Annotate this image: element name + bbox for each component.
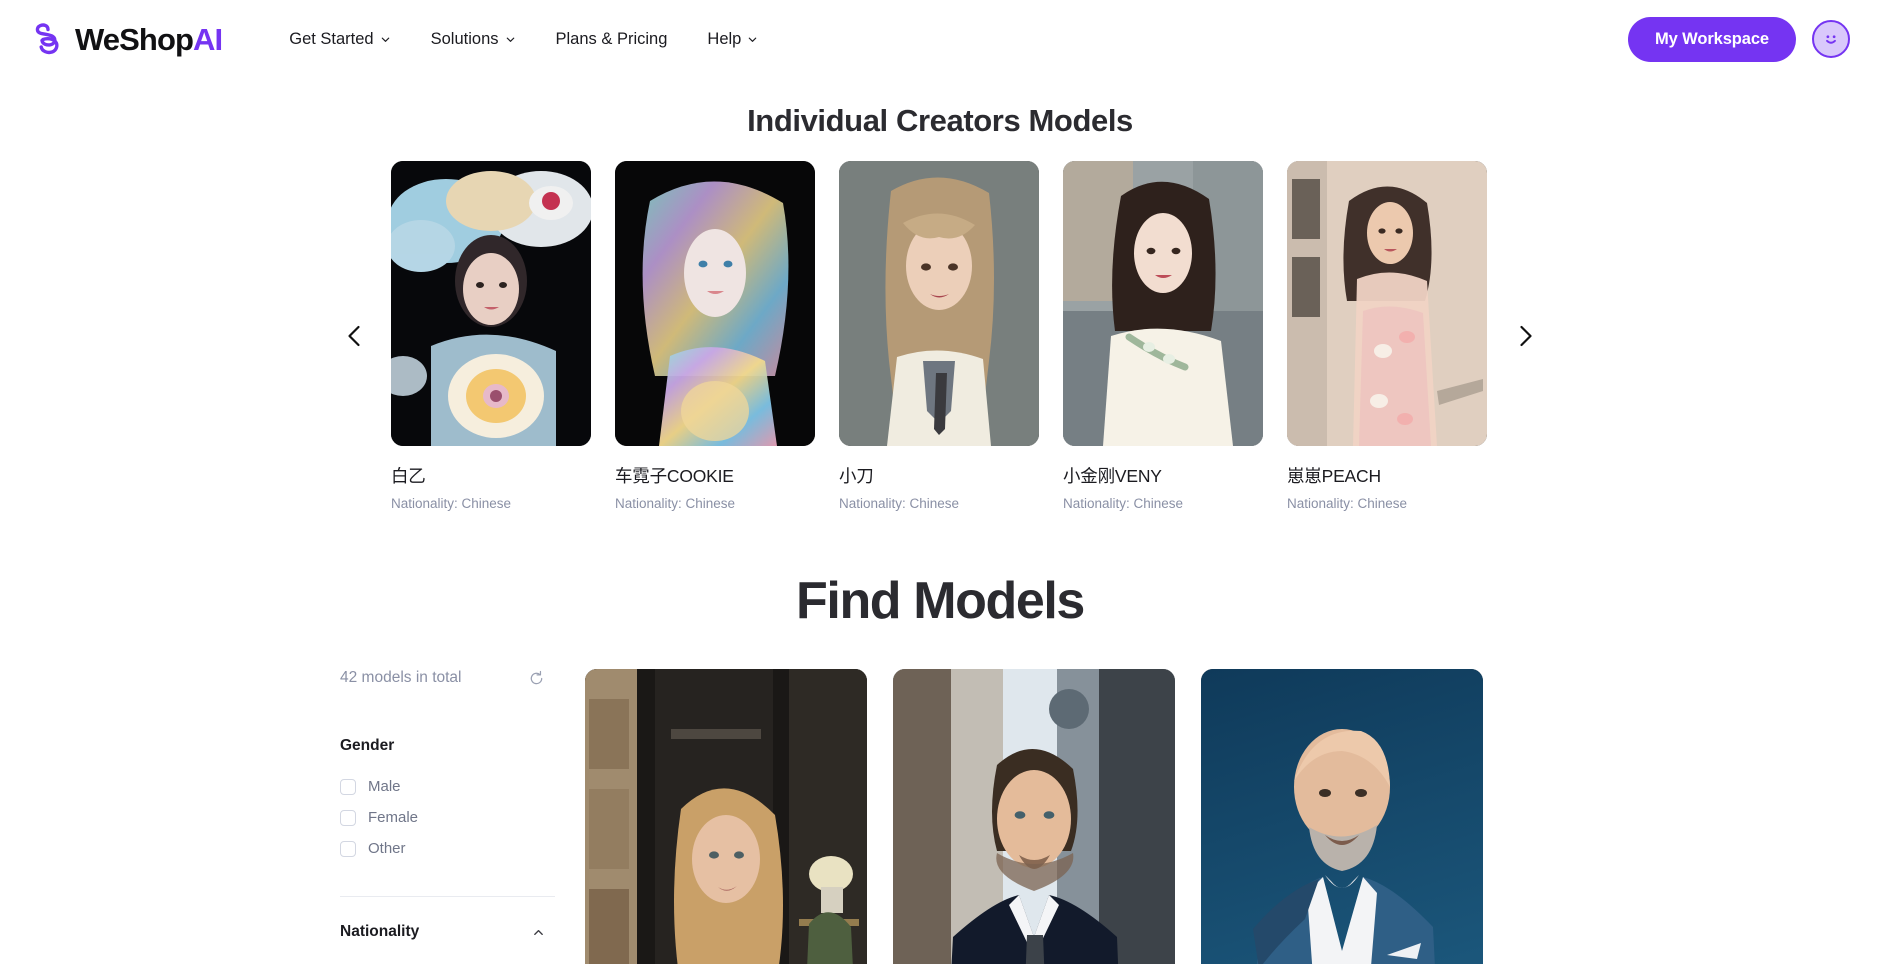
option-label: Female xyxy=(368,809,419,826)
gender-options: Male Female Other xyxy=(340,771,555,864)
option-label: Male xyxy=(368,778,401,795)
smiley-face-icon xyxy=(1820,28,1842,50)
creator-card-name: 小金刚VENY xyxy=(1063,466,1162,486)
site-header: WeShopAI Get Started Solutions Plans & P… xyxy=(0,0,1880,78)
creator-card-name: 车霓子COOKIE xyxy=(615,466,734,486)
creator-card[interactable]: 白乙 Nationality: Chinese xyxy=(391,161,591,511)
avatar[interactable] xyxy=(1812,20,1850,58)
option-label: Other xyxy=(368,840,406,857)
weshop-logo-mark-icon xyxy=(28,19,68,59)
total-count-row: 42 models in total xyxy=(340,669,555,687)
filter-divider xyxy=(340,896,555,897)
refresh-icon[interactable] xyxy=(528,670,545,687)
creator-card-image xyxy=(1287,161,1487,446)
creator-card-list: 白乙 Nationality: Chinese 车霓子COOKIE Nation… xyxy=(391,161,1487,511)
chevron-right-icon xyxy=(1512,323,1538,349)
main-nav: Get Started Solutions Plans & Pricing He… xyxy=(269,20,778,59)
creator-card-name: 崽崽PEACH xyxy=(1287,466,1381,486)
header-actions: My Workspace xyxy=(1627,16,1850,62)
chevron-down-icon xyxy=(747,34,758,45)
checkbox[interactable] xyxy=(340,840,356,857)
creator-card-nationality: Nationality: Chinese xyxy=(391,496,512,511)
creator-card[interactable]: 小刀 Nationality: Chinese xyxy=(839,161,1039,511)
total-count-label: 42 models in total xyxy=(340,669,462,686)
nav-label: Get Started xyxy=(289,29,374,48)
filter-gender-header[interactable]: Gender xyxy=(340,737,555,755)
chevron-up-icon xyxy=(532,926,545,939)
creator-card-name: 小刀 xyxy=(839,466,874,486)
nav-label: Plans & Pricing xyxy=(555,29,668,48)
creator-card-image xyxy=(391,161,591,446)
nav-item-get-started[interactable]: Get Started xyxy=(269,20,410,59)
creator-card-image xyxy=(615,161,815,446)
find-models-body: 42 models in total Gender Male Female Ot… xyxy=(0,669,1880,964)
checkbox[interactable] xyxy=(340,809,356,826)
nav-item-solutions[interactable]: Solutions xyxy=(411,20,536,59)
find-models-section: Find Models 42 models in total Gender Ma… xyxy=(0,571,1880,964)
filter-group-gender: Gender Male Female Other xyxy=(340,737,555,864)
find-models-title: Find Models xyxy=(796,572,1085,630)
creators-section-title: Individual Creators Models xyxy=(747,103,1133,138)
filter-group-nationality: Nationality xyxy=(340,923,555,941)
creators-carousel: 白乙 Nationality: Chinese 车霓子COOKIE Nation… xyxy=(0,161,1880,511)
filter-nationality-label: Nationality xyxy=(340,923,420,940)
filter-sidebar: 42 models in total Gender Male Female Ot… xyxy=(340,669,585,964)
nav-item-help[interactable]: Help xyxy=(687,20,778,59)
my-workspace-button[interactable]: My Workspace xyxy=(1627,16,1796,62)
nav-item-plans-pricing[interactable]: Plans & Pricing xyxy=(536,20,688,59)
filter-nationality-header[interactable]: Nationality xyxy=(340,923,555,941)
creator-card-nationality: Nationality: Chinese xyxy=(1287,496,1408,511)
chevron-down-icon xyxy=(505,34,516,45)
filter-gender-label: Gender xyxy=(340,737,395,754)
gender-option-other[interactable]: Other xyxy=(340,833,555,864)
gender-option-female[interactable]: Female xyxy=(340,802,555,833)
chevron-down-icon xyxy=(380,34,391,45)
creator-card[interactable]: 车霓子COOKIE Nationality: Chinese xyxy=(615,161,815,511)
creator-card[interactable]: 崽崽PEACH Nationality: Chinese xyxy=(1287,161,1487,511)
creator-card-nationality: Nationality: Chinese xyxy=(615,496,736,511)
creator-card-image xyxy=(1063,161,1263,446)
creator-card-nationality: Nationality: Chinese xyxy=(1063,496,1184,511)
creator-card[interactable]: 小金刚VENY Nationality: Chinese xyxy=(1063,161,1263,511)
creator-card-name: 白乙 xyxy=(391,466,426,486)
carousel-prev-button[interactable] xyxy=(329,310,381,362)
creator-card-image xyxy=(839,161,1039,446)
model-result-card[interactable] xyxy=(893,669,1175,964)
creator-card-nationality: Nationality: Chinese xyxy=(839,496,960,511)
logo[interactable]: WeShopAI xyxy=(28,19,223,59)
model-result-card[interactable] xyxy=(1201,669,1483,964)
gender-option-male[interactable]: Male xyxy=(340,771,555,802)
logo-text: WeShopAI xyxy=(75,21,223,57)
nav-label: Help xyxy=(707,29,742,48)
carousel-next-button[interactable] xyxy=(1499,310,1551,362)
checkbox[interactable] xyxy=(340,778,356,795)
chevron-left-icon xyxy=(342,323,368,349)
model-result-card[interactable] xyxy=(585,669,867,964)
model-results-grid xyxy=(585,669,1880,964)
nav-label: Solutions xyxy=(430,29,499,48)
